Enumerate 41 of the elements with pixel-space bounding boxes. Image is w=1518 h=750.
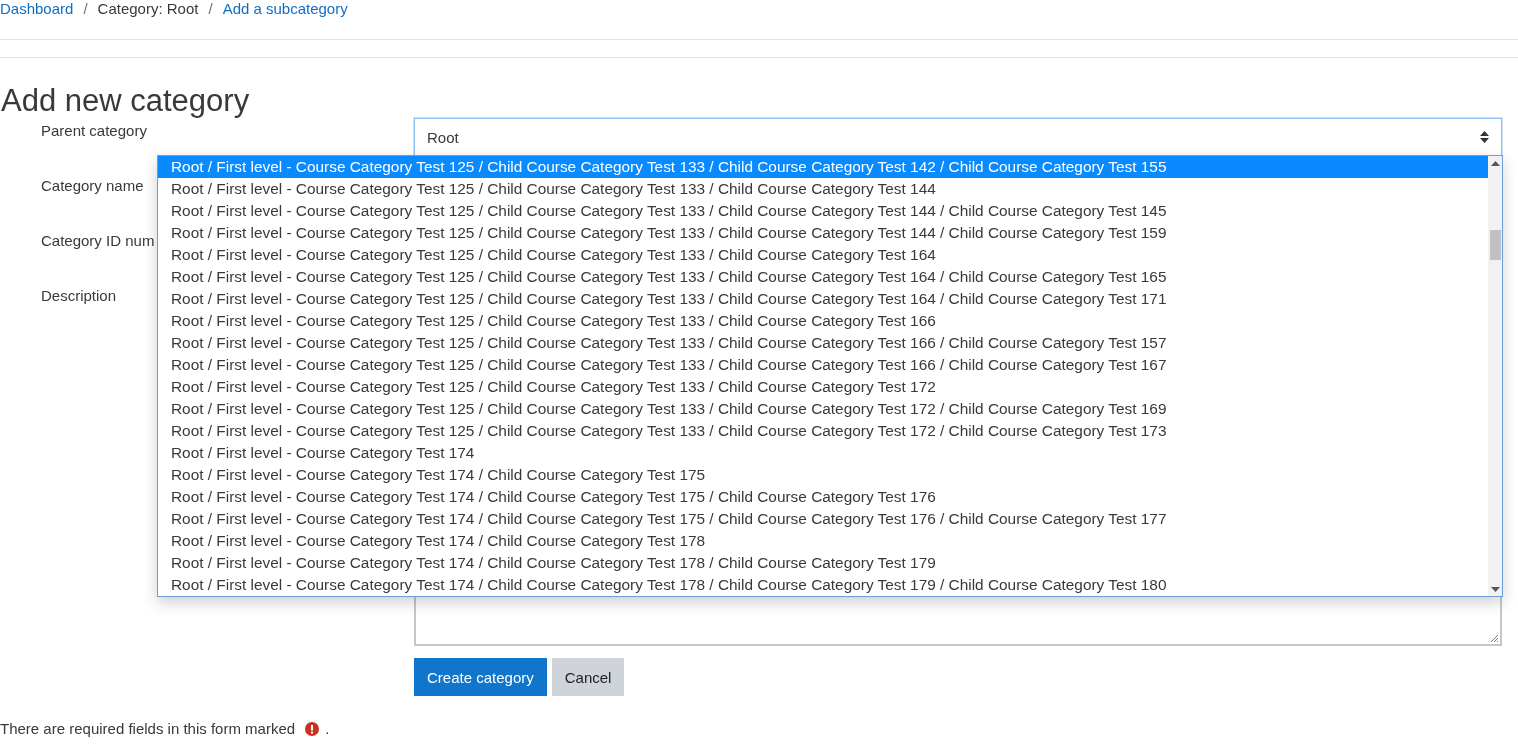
- dropdown-option[interactable]: Root / First level - Course Category Test 174 / Child Course Category Test 175: [158, 464, 1488, 486]
- field-label: Description: [41, 287, 117, 304]
- field-label: Category name: [41, 177, 144, 194]
- dropdown-option[interactable]: Root / First level - Course Category Test 125 / Child Course Category Test 133 / Child Course Category Test 172 / Child Course Category Test 173: [158, 420, 1488, 442]
- dropdown-option[interactable]: Root / First level - Course Category Test 125 / Child Course Category Test 133 / Child Course Category Test 144 / Child Course Category Test 145: [158, 200, 1488, 222]
- dropdown-option[interactable]: Root / First level - Course Category Test 125 / Child Course Category Test 133 / Child Course Category Test 144: [158, 178, 1488, 200]
- breadcrumb-separator: /: [208, 0, 213, 18]
- required-note: There are required fields in this form marked: [0, 720, 296, 737]
- dropdown-option[interactable]: Root / First level - Course Category Test 125 / Child Course Category Test 133 / Child Course Category Test 164: [158, 244, 1488, 266]
- dropdown-option[interactable]: Root / First level - Course Category Test 174 / Child Course Category Test 178 / Child Course Category Test 179 / Child Course Category Test 180: [158, 574, 1488, 596]
- dropdown-option[interactable]: Root / First level - Course Category Test 125 / Child Course Category Test 133 / Child Course Category Test 144 / Child Course Category Test 159: [158, 222, 1488, 244]
- dropdown-option[interactable]: Root / First level - Course Category Test 174 / Child Course Category Test 175 / Child Course Category Test 176: [158, 486, 1488, 508]
- dropdown-option[interactable]: Root / First level - Course Category Test 174 / Child Course Category Test 178 / Child Course Category Test 179: [158, 552, 1488, 574]
- resize-grip-icon: [1490, 634, 1499, 643]
- dropdown-option[interactable]: Root / First level - Course Category Test 174 / Child Course Category Test 175 / Child Course Category Test 176 / Child Course Category Test 177: [158, 508, 1488, 530]
- field-label: Parent category: [41, 122, 147, 139]
- breadcrumb-link[interactable]: Add a subcategory: [222, 0, 348, 18]
- breadcrumb-separator: /: [83, 0, 88, 18]
- required-icon: [305, 721, 320, 736]
- dropdown-option[interactable]: Root / First level - Course Category Test 125 / Child Course Category Test 133 / Child Course Category Test 164 / Child Course Category Test 171: [158, 288, 1488, 310]
- up-down-caret-icon: [1480, 131, 1489, 143]
- field-label: Category ID num: [41, 232, 155, 249]
- dropdown-option[interactable]: Root / First level - Course Category Test 174 / Child Course Category Test 178: [158, 530, 1488, 552]
- breadcrumb-item: Category: Root: [97, 0, 199, 18]
- dropdown-option[interactable]: Root / First level - Course Category Test 125 / Child Course Category Test 133 / Child Course Category Test 172: [158, 376, 1488, 398]
- parent-category-select[interactable]: Root: [414, 118, 1502, 156]
- page-heading: Add new category: [1, 84, 251, 118]
- dropdown-option[interactable]: Root / First level - Course Category Test 125 / Child Course Category Test 133 / Child Course Category Test 166 / Child Course Category Test 167: [158, 354, 1488, 376]
- scroll-up-icon[interactable]: [1490, 161, 1500, 166]
- dropdown-option[interactable]: Root / First level - Course Category Test 125 / Child Course Category Test 133 / Child Course Category Test 166: [158, 310, 1488, 332]
- dropdown-option[interactable]: Root / First level - Course Category Test 125 / Child Course Category Test 133 / Child Course Category Test 172 / Child Course Category Test 169: [158, 398, 1488, 420]
- scroll-down-icon[interactable]: [1490, 587, 1500, 592]
- cancel-button[interactable]: Cancel: [551, 658, 625, 696]
- breadcrumb-link[interactable]: Dashboard: [0, 0, 74, 18]
- dropdown-option[interactable]: Root / First level - Course Category Test 174: [158, 442, 1488, 464]
- dropdown-option[interactable]: Root / First level - Course Category Test 125 / Child Course Category Test 133 / Child Course Category Test 166 / Child Course Category Test 157: [158, 332, 1488, 354]
- dropdown-option[interactable]: Root / First level - Course Category Test 125 / Child Course Category Test 133 / Child Course Category Test 164 / Child Course Category Test 165: [158, 266, 1488, 288]
- note-period: .: [325, 720, 330, 737]
- scrollbar[interactable]: [1488, 156, 1502, 596]
- create-button[interactable]: Create category: [414, 658, 547, 696]
- scrollbar-thumb[interactable]: [1489, 230, 1501, 260]
